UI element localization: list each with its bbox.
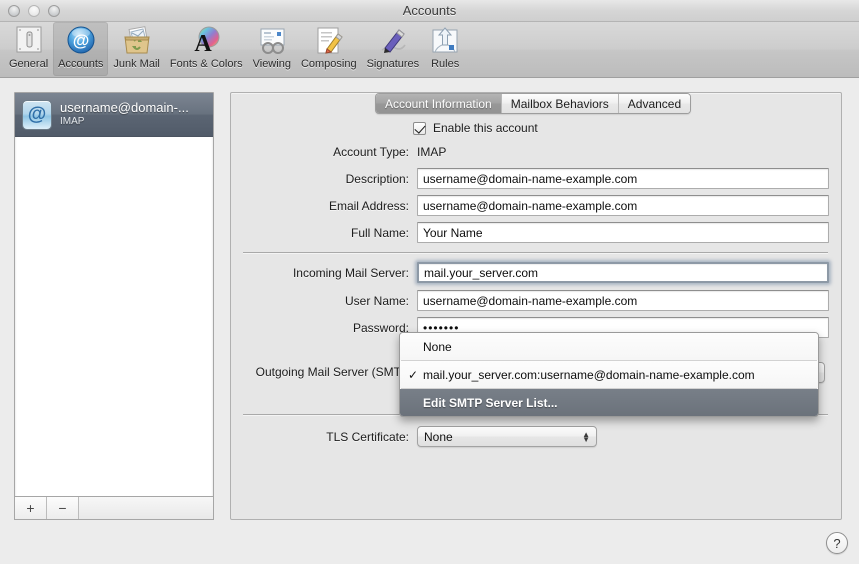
account-row-text: username@domain-... IMAP <box>60 100 189 128</box>
toolbar-item-viewing[interactable]: Viewing <box>248 22 296 76</box>
svg-text:A: A <box>195 31 213 57</box>
settings-tabs: Account Information Mailbox Behaviors Ad… <box>375 93 692 114</box>
full-name-row: Full Name: Your Name <box>243 222 829 243</box>
tls-certificate-label: TLS Certificate: <box>326 429 409 444</box>
toolbar-item-label: Composing <box>300 58 357 70</box>
toolbar-item-fonts-colors[interactable]: A Fonts & Colors <box>165 22 248 76</box>
incoming-mail-server-label: Incoming Mail Server: <box>292 265 409 280</box>
accounts-at-icon: @ <box>65 25 97 57</box>
menu-item-smtp-server[interactable]: ✓ mail.your_server.com:username@domain-n… <box>400 361 818 388</box>
rules-icon <box>429 25 461 57</box>
outgoing-mail-server-row: Outgoing Mail Server (SMTP <box>243 365 409 379</box>
composing-icon <box>313 25 345 57</box>
remove-account-button[interactable]: − <box>47 497 79 519</box>
toolbar-item-composing[interactable]: Composing <box>296 22 362 76</box>
tab-mailbox-behaviors[interactable]: Mailbox Behaviors <box>501 94 619 113</box>
incoming-mail-server-row: Incoming Mail Server: mail.your_server.c… <box>243 262 829 283</box>
toolbar-item-label: Viewing <box>252 58 291 70</box>
password-label: Password: <box>352 320 409 335</box>
section-divider-1 <box>243 252 828 253</box>
menu-item-edit-smtp-server-list[interactable]: Edit SMTP Server List... <box>400 389 818 416</box>
toolbar-item-label: Signatures <box>366 58 420 70</box>
toolbar-item-label: Accounts <box>58 58 104 70</box>
tab-account-information[interactable]: Account Information <box>376 94 502 113</box>
menu-item-label: Edit SMTP Server List... <box>423 395 558 410</box>
tls-certificate-row: TLS Certificate: None ▲ ▼ <box>243 426 597 447</box>
user-name-label: User Name: <box>344 293 409 308</box>
footer-filler <box>79 497 213 519</box>
tab-advanced[interactable]: Advanced <box>618 94 691 113</box>
full-name-input[interactable]: Your Name <box>417 222 829 243</box>
description-row: Description: username@domain-name-exampl… <box>243 168 829 189</box>
toolbar-item-label: General <box>9 58 49 70</box>
account-name: username@domain-... <box>60 100 189 116</box>
account-type-label: Account Type: <box>333 145 409 159</box>
user-name-row: User Name: username@domain-name-example.… <box>243 290 829 311</box>
preferences-toolbar: General @ Accounts Junk Mail A Fonts & C… <box>0 22 859 78</box>
email-address-row: Email Address: username@domain-name-exam… <box>243 195 829 216</box>
account-protocol: IMAP <box>60 116 85 128</box>
account-type-row: Account Type: IMAP <box>243 145 828 159</box>
fonts-colors-icon: A <box>190 25 222 57</box>
user-name-input[interactable]: username@domain-name-example.com <box>417 290 829 311</box>
accounts-list-footer: + − <box>14 496 214 520</box>
toolbar-item-junk-mail[interactable]: Junk Mail <box>108 22 164 76</box>
list-item[interactable]: @ username@domain-... IMAP <box>15 93 213 137</box>
toolbar-item-label: Rules <box>431 58 460 70</box>
enable-account-label: Enable this account <box>433 121 538 135</box>
viewing-icon <box>256 25 288 57</box>
smtp-server-dropdown-menu[interactable]: None ✓ mail.your_server.com:username@dom… <box>399 332 819 417</box>
tls-certificate-popup[interactable]: None ▲ ▼ <box>417 426 597 447</box>
menu-item-label: mail.your_server.com:username@domain-nam… <box>423 367 755 382</box>
enable-account-row[interactable]: Enable this account <box>413 121 538 135</box>
tls-certificate-value: None <box>424 429 453 444</box>
toolbar-item-label: Fonts & Colors <box>169 58 243 70</box>
svg-text:@: @ <box>72 31 89 50</box>
outgoing-mail-server-label: Outgoing Mail Server (SMTP <box>255 365 409 379</box>
incoming-mail-server-input[interactable]: mail.your_server.com <box>417 262 829 283</box>
general-icon <box>13 25 45 57</box>
at-account-icon: @ <box>22 99 52 130</box>
email-address-label: Email Address: <box>328 198 409 213</box>
toolbar-item-label: Junk Mail <box>113 58 160 70</box>
enable-account-checkbox[interactable] <box>413 121 426 135</box>
description-input[interactable]: username@domain-name-example.com <box>417 168 829 189</box>
account-type-value: IMAP <box>417 145 447 159</box>
full-name-label: Full Name: <box>350 225 409 240</box>
menu-item-label: None <box>423 339 452 354</box>
title-bar: Accounts <box>0 0 859 22</box>
accounts-list[interactable]: @ username@domain-... IMAP <box>14 92 214 520</box>
toolbar-item-signatures[interactable]: Signatures <box>362 22 425 76</box>
add-account-button[interactable]: + <box>15 497 47 519</box>
email-address-input[interactable]: username@domain-name-example.com <box>417 195 829 216</box>
preferences-window: Accounts General @ Accounts Junk Mail A … <box>0 0 859 564</box>
window-title: Accounts <box>402 3 457 18</box>
help-button[interactable]: ? <box>826 532 848 554</box>
chevron-updown-icon: ▲▼ <box>582 429 590 444</box>
toolbar-item-general[interactable]: General <box>4 22 53 76</box>
junk-mail-icon <box>121 25 153 57</box>
checkmark-icon: ✓ <box>408 367 419 382</box>
description-label: Description: <box>345 171 409 186</box>
toolbar-item-rules[interactable]: Rules <box>424 22 466 76</box>
toolbar-item-accounts[interactable]: @ Accounts <box>53 22 109 76</box>
signatures-icon <box>377 25 409 57</box>
menu-item-none[interactable]: None <box>400 333 818 360</box>
